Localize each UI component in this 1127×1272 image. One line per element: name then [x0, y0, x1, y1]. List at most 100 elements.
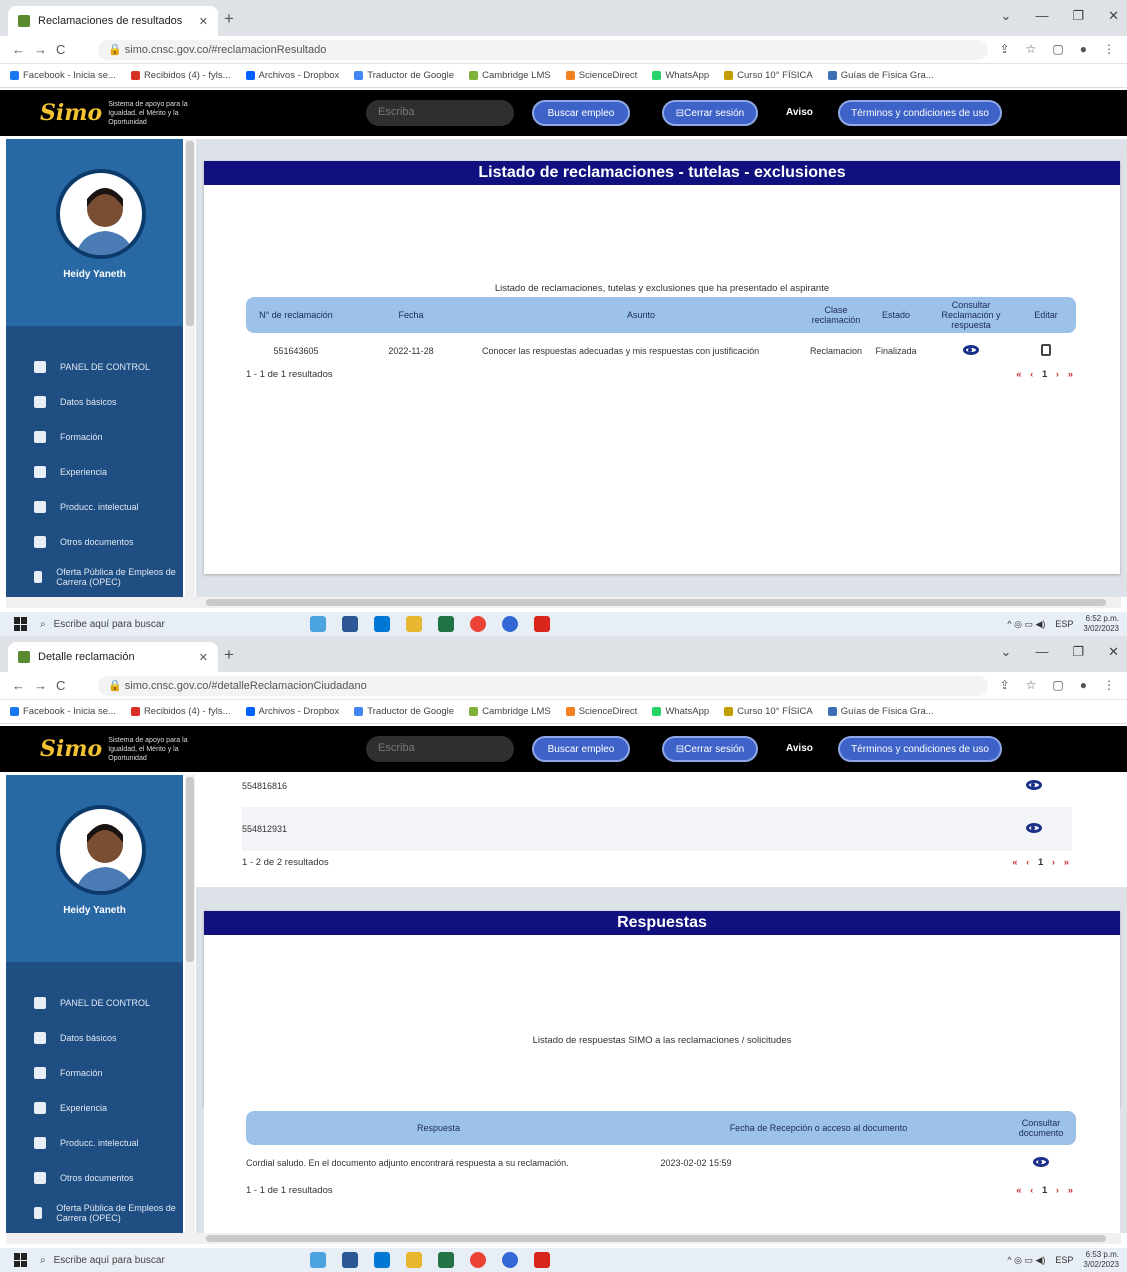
bookmark-item[interactable]: Recibidos (4) - fyls...	[130, 706, 231, 717]
mail-icon[interactable]	[374, 616, 390, 632]
taskbar-search[interactable]: ⌕ Escribe aquí para buscar	[40, 1255, 270, 1266]
bookmark-item[interactable]: Curso 10° FÍSICA	[724, 706, 813, 717]
site-search-input[interactable]: Escriba	[366, 100, 514, 126]
consultar-documento-eye-icon[interactable]	[1006, 1157, 1076, 1169]
sidebar-item-formacion[interactable]: Formación	[34, 419, 184, 454]
aviso-link[interactable]: Aviso	[786, 107, 813, 118]
sidebar-item-panel[interactable]: PANEL DE CONTROL	[34, 985, 184, 1020]
window-icon[interactable]: ▢	[1052, 42, 1063, 56]
bookmark-item[interactable]: Facebook - Inicia se...	[10, 706, 116, 717]
sidebar-item-experiencia[interactable]: Experiencia	[34, 454, 184, 489]
bookmark-item[interactable]: Cambridge LMS	[469, 706, 551, 717]
taskbar-search[interactable]: ⌕ Escribe aquí para buscar	[40, 619, 270, 630]
word-icon[interactable]	[342, 1252, 358, 1268]
bookmark-item[interactable]: Curso 10° FÍSICA	[724, 70, 813, 81]
bookmark-item[interactable]: Recibidos (4) - fyls...	[130, 70, 231, 81]
files-icon[interactable]	[406, 616, 422, 632]
cerrar-sesion-button[interactable]: ⊟ Cerrar sesión	[662, 100, 758, 126]
share-icon[interactable]: ⇪	[1000, 678, 1010, 692]
profile-icon[interactable]: ●	[1080, 42, 1087, 56]
window-icon[interactable]: ▢	[1052, 678, 1063, 692]
sidebar-item-datos[interactable]: Datos básicos	[34, 1020, 184, 1055]
language-indicator[interactable]: ESP	[1055, 1255, 1073, 1265]
bookmark-item[interactable]: WhatsApp	[652, 706, 709, 717]
bookmark-item[interactable]: WhatsApp	[652, 70, 709, 81]
bookmark-item[interactable]: Archivos - Dropbox	[245, 70, 339, 81]
nav-buttons[interactable]: ←→C	[12, 42, 74, 57]
buscar-empleo-button[interactable]: Buscar empleo	[532, 100, 630, 126]
close-tab-icon[interactable]: ✕	[199, 651, 208, 664]
bookmark-item[interactable]: Archivos - Dropbox	[245, 706, 339, 717]
browser-tab[interactable]: Reclamaciones de resultados ✕	[8, 6, 218, 36]
minimize-icon[interactable]: —	[1035, 644, 1048, 660]
tray-icons[interactable]: ^ ◎ ▭ ◀)	[1007, 1255, 1045, 1266]
star-icon[interactable]: ☆	[1026, 42, 1037, 56]
excel-icon[interactable]	[438, 1252, 454, 1268]
sidebar-item-experiencia[interactable]: Experiencia	[34, 1090, 184, 1125]
pagination[interactable]: « ‹ 1 › »	[1016, 369, 1076, 380]
cerrar-sesion-button[interactable]: ⊟ Cerrar sesión	[662, 736, 758, 762]
site-search-input[interactable]: Escriba	[366, 736, 514, 762]
new-tab-icon[interactable]: +	[224, 645, 234, 665]
sidebar-scrollbar[interactable]	[185, 139, 195, 597]
bookmark-item[interactable]: ScienceDirect	[565, 70, 637, 81]
chevron-down-icon[interactable]: ⌄	[1001, 8, 1012, 24]
windows-start-icon[interactable]	[14, 1253, 28, 1267]
share-icon[interactable]: ⇪	[1000, 42, 1010, 56]
star-icon[interactable]: ☆	[1026, 678, 1037, 692]
clock[interactable]: 6:53 p.m. 3/02/2023	[1083, 1250, 1119, 1270]
sidebar-scrollbar[interactable]	[185, 775, 195, 1233]
restore-icon[interactable]: ❐	[1072, 8, 1084, 24]
sidebar-item-panel[interactable]: PANEL DE CONTROL	[34, 349, 184, 384]
sidebar-item-formacion[interactable]: Formación	[34, 1055, 184, 1090]
profile-icon[interactable]: ●	[1080, 678, 1087, 692]
menu-icon[interactable]: ⋮	[1103, 42, 1115, 56]
clock[interactable]: 6:52 p.m. 3/02/2023	[1083, 614, 1119, 634]
sidebar-item-produccion[interactable]: Producc. intelectual	[34, 1125, 184, 1160]
new-tab-icon[interactable]: +	[224, 9, 234, 29]
browser-tab[interactable]: Detalle reclamación ✕	[8, 642, 218, 672]
windows-start-icon[interactable]	[14, 617, 28, 631]
simo-logo[interactable]: Simo Sistema de apoyo para la Igualdad, e…	[40, 734, 198, 764]
pagination[interactable]: « ‹ 1 › »	[1012, 857, 1072, 868]
excel-icon[interactable]	[438, 616, 454, 632]
close-window-icon[interactable]: ✕	[1108, 8, 1119, 24]
weather-icon[interactable]	[310, 1252, 326, 1268]
sidebar-item-otros[interactable]: Otros documentos	[34, 524, 184, 559]
sidebar-item-produccion[interactable]: Producc. intelectual	[34, 489, 184, 524]
bookmark-item[interactable]: Guías de Física Gra...	[827, 706, 934, 717]
url-input[interactable]: 🔒 simo.cnsc.gov.co/#detalleReclamacionCi…	[98, 676, 988, 696]
tray-icons[interactable]: ^ ◎ ▭ ◀)	[1007, 619, 1045, 630]
sidebar-item-opec[interactable]: Oferta Pública de Empleos de Carrera (OP…	[34, 559, 184, 594]
close-window-icon[interactable]: ✕	[1108, 644, 1119, 660]
pagination[interactable]: « ‹ 1 › »	[1016, 1185, 1076, 1196]
app-icon[interactable]	[502, 1252, 518, 1268]
bookmark-item[interactable]: ScienceDirect	[565, 706, 637, 717]
pdf-icon[interactable]	[534, 1252, 550, 1268]
app-icon[interactable]	[502, 616, 518, 632]
bookmark-item[interactable]: Traductor de Google	[354, 70, 454, 81]
bookmark-item[interactable]: Cambridge LMS	[469, 70, 551, 81]
terminos-button[interactable]: Términos y condiciones de uso	[838, 736, 1002, 762]
horizontal-scrollbar[interactable]	[6, 1233, 1121, 1244]
bookmark-item[interactable]: Facebook - Inicia se...	[10, 70, 116, 81]
weather-icon[interactable]	[310, 616, 326, 632]
chrome-icon[interactable]	[470, 1252, 486, 1268]
chevron-down-icon[interactable]: ⌄	[1001, 644, 1012, 660]
url-input[interactable]: 🔒 simo.cnsc.gov.co/#reclamacionResultado	[98, 40, 988, 60]
minimize-icon[interactable]: —	[1035, 8, 1048, 24]
language-indicator[interactable]: ESP	[1055, 619, 1073, 629]
sidebar-item-otros[interactable]: Otros documentos	[34, 1160, 184, 1195]
files-icon[interactable]	[406, 1252, 422, 1268]
buscar-empleo-button[interactable]: Buscar empleo	[532, 736, 630, 762]
sidebar-item-opec[interactable]: Oferta Pública de Empleos de Carrera (OP…	[34, 1195, 184, 1230]
restore-icon[interactable]: ❐	[1072, 644, 1084, 660]
consultar-eye-icon[interactable]	[926, 345, 1016, 357]
bookmark-item[interactable]: Traductor de Google	[354, 706, 454, 717]
close-tab-icon[interactable]: ✕	[199, 15, 208, 28]
aviso-link[interactable]: Aviso	[786, 743, 813, 754]
sidebar-item-datos[interactable]: Datos básicos	[34, 384, 184, 419]
nav-buttons[interactable]: ←→C	[12, 678, 74, 693]
mail-icon[interactable]	[374, 1252, 390, 1268]
terminos-button[interactable]: Términos y condiciones de uso	[838, 100, 1002, 126]
